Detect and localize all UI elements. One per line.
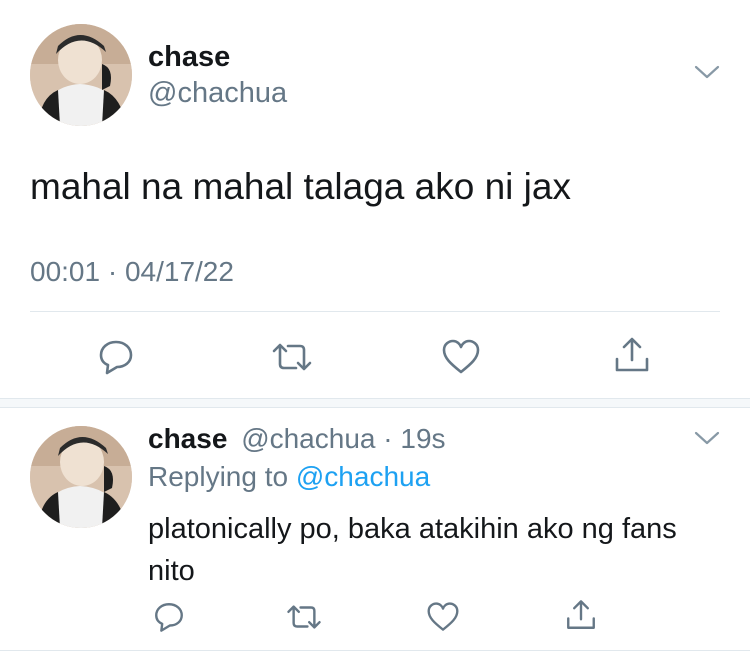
more-options-button[interactable] bbox=[694, 64, 720, 85]
share-button[interactable] bbox=[612, 335, 652, 375]
author-name[interactable]: chase bbox=[148, 423, 227, 454]
share-button[interactable] bbox=[564, 598, 598, 632]
avatar[interactable] bbox=[30, 426, 132, 528]
reply-button[interactable] bbox=[152, 600, 186, 634]
author-handle[interactable]: @chachua bbox=[148, 76, 287, 110]
like-button[interactable] bbox=[426, 601, 460, 633]
like-icon bbox=[427, 602, 459, 631]
chevron-down-icon bbox=[694, 65, 720, 79]
author-handle[interactable]: @chachua bbox=[241, 423, 375, 454]
avatar[interactable] bbox=[30, 24, 132, 126]
author-name[interactable]: chase bbox=[148, 40, 230, 74]
share-icon bbox=[615, 337, 649, 372]
meta-separator: · bbox=[383, 423, 393, 454]
retweet-icon bbox=[287, 605, 321, 629]
divider bbox=[0, 650, 750, 651]
retweet-icon bbox=[272, 343, 312, 371]
reply-button[interactable] bbox=[96, 337, 136, 377]
share-icon bbox=[567, 600, 595, 629]
divider bbox=[30, 311, 720, 312]
reply-header: chase @chachua · 19s bbox=[148, 422, 446, 456]
replying-to-handle[interactable]: @chachua bbox=[296, 461, 430, 492]
reply-icon bbox=[155, 603, 183, 632]
reply-icon bbox=[99, 340, 133, 375]
chevron-down-icon bbox=[694, 431, 720, 445]
like-button[interactable] bbox=[441, 338, 481, 376]
replying-to: Replying to @chachua bbox=[148, 460, 430, 494]
tweet-text: mahal na mahal talaga ako ni jax bbox=[30, 166, 571, 207]
replying-to-label: Replying to bbox=[148, 461, 289, 492]
retweet-button[interactable] bbox=[285, 602, 323, 632]
like-icon bbox=[442, 339, 480, 374]
tweet-timestamp[interactable]: 00:01 · 04/17/22 bbox=[30, 255, 234, 289]
more-options-button[interactable] bbox=[694, 430, 720, 451]
reply-text: platonically po, baka atakihin ako ng fa… bbox=[148, 513, 677, 587]
retweet-button[interactable] bbox=[270, 340, 314, 374]
section-separator bbox=[0, 398, 750, 408]
tweet-age[interactable]: 19s bbox=[400, 423, 445, 454]
